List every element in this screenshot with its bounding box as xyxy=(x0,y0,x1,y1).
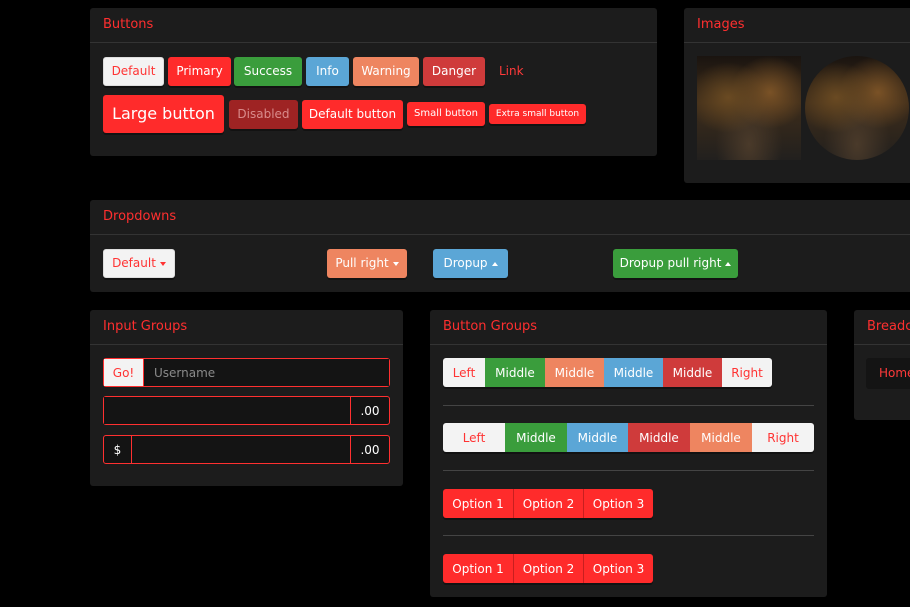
cents-addon-2: .00 xyxy=(350,436,389,463)
dropup-dropdown-label: Dropup xyxy=(443,256,488,270)
group-right-button[interactable]: Right xyxy=(722,358,772,387)
default-size-button[interactable]: Default button xyxy=(302,100,403,129)
username-input-group: Go! xyxy=(103,358,390,387)
image-thumbnail-circle xyxy=(805,56,909,160)
cents-addon-1: .00 xyxy=(350,397,389,424)
group-middle-button[interactable]: Middle xyxy=(604,358,663,387)
danger-button[interactable]: Danger xyxy=(423,57,485,86)
caret-up-icon xyxy=(491,261,498,266)
group-middle-button[interactable]: Middle xyxy=(485,358,545,387)
option-1-button[interactable]: Option 1 xyxy=(443,489,513,518)
breadcrumbs-panel-title: Breadcr xyxy=(854,310,910,345)
breadcrumbs-panel: Breadcr Home xyxy=(854,310,910,420)
group-middle-button[interactable]: Middle xyxy=(663,358,722,387)
option-3-button[interactable]: Option 3 xyxy=(583,554,653,583)
caret-down-icon xyxy=(392,261,399,266)
option-1-button[interactable]: Option 1 xyxy=(443,554,513,583)
info-button[interactable]: Info xyxy=(306,57,349,86)
amount-input-1[interactable] xyxy=(104,397,350,424)
images-panel-title: Images xyxy=(684,8,910,43)
button-group-row-2: Left Middle Middle Middle Middle Right xyxy=(443,423,814,452)
amount-input-group-2: $ .00 xyxy=(103,435,390,464)
dropdowns-panel-title: Dropdowns xyxy=(90,200,910,235)
caret-down-icon xyxy=(159,261,166,266)
dropup-pull-right-dropdown[interactable]: Dropup pull right xyxy=(613,249,738,278)
divider xyxy=(443,535,814,536)
group-right-button[interactable]: Right xyxy=(752,423,814,452)
divider xyxy=(443,405,814,406)
button-group-row-1: Left Middle Middle Middle Middle Right xyxy=(443,358,772,387)
group-middle-button[interactable]: Middle xyxy=(545,358,604,387)
default-dropdown[interactable]: Default xyxy=(103,249,175,278)
buttons-panel-title: Buttons xyxy=(90,8,657,43)
input-groups-panel: Input Groups Go! .00 $ .00 xyxy=(90,310,403,486)
pull-right-dropdown[interactable]: Pull right xyxy=(327,249,407,278)
image-thumbnail-square xyxy=(697,56,801,160)
button-groups-panel-title: Button Groups xyxy=(430,310,827,345)
amount-input-group-1: .00 xyxy=(103,396,390,425)
large-button[interactable]: Large button xyxy=(103,95,224,133)
go-button[interactable]: Go! xyxy=(104,359,144,386)
dropup-dropdown[interactable]: Dropup xyxy=(433,249,508,278)
amount-input-2[interactable] xyxy=(132,436,350,463)
group-left-button[interactable]: Left xyxy=(443,358,485,387)
primary-button[interactable]: Primary xyxy=(168,57,231,86)
caret-up-icon xyxy=(725,261,732,266)
success-button[interactable]: Success xyxy=(234,57,302,86)
dropup-pull-right-dropdown-label: Dropup pull right xyxy=(619,256,722,270)
username-input[interactable] xyxy=(144,359,389,386)
divider xyxy=(443,470,814,471)
breadcrumb-home-link[interactable]: Home xyxy=(879,366,910,380)
option-3-button[interactable]: Option 3 xyxy=(583,489,653,518)
default-button[interactable]: Default xyxy=(103,57,164,86)
buttons-panel: Buttons Default Primary Success Info War… xyxy=(90,8,657,156)
group-middle-button[interactable]: Middle xyxy=(567,423,628,452)
images-panel: Images xyxy=(684,8,910,183)
link-button[interactable]: Link xyxy=(499,64,524,78)
group-middle-button[interactable]: Middle xyxy=(505,423,567,452)
input-groups-panel-title: Input Groups xyxy=(90,310,403,345)
group-middle-button[interactable]: Middle xyxy=(690,423,752,452)
group-middle-button[interactable]: Middle xyxy=(628,423,690,452)
disabled-button: Disabled xyxy=(229,100,298,129)
dropdowns-panel: Dropdowns Default Pull right Dropup Drop… xyxy=(90,200,910,292)
button-group-row-4: Option 1 Option 2 Option 3 xyxy=(443,554,653,583)
dollar-addon: $ xyxy=(104,436,132,463)
group-left-button[interactable]: Left xyxy=(443,423,505,452)
small-button[interactable]: Small button xyxy=(407,102,485,126)
pull-right-dropdown-label: Pull right xyxy=(335,256,389,270)
option-2-button[interactable]: Option 2 xyxy=(513,554,583,583)
warning-button[interactable]: Warning xyxy=(353,57,419,86)
extra-small-button[interactable]: Extra small button xyxy=(489,104,586,124)
button-group-row-3: Option 1 Option 2 Option 3 xyxy=(443,489,653,518)
breadcrumb: Home xyxy=(866,358,910,389)
option-2-button[interactable]: Option 2 xyxy=(513,489,583,518)
default-dropdown-label: Default xyxy=(112,256,156,270)
button-groups-panel: Button Groups Left Middle Middle Middle … xyxy=(430,310,827,597)
